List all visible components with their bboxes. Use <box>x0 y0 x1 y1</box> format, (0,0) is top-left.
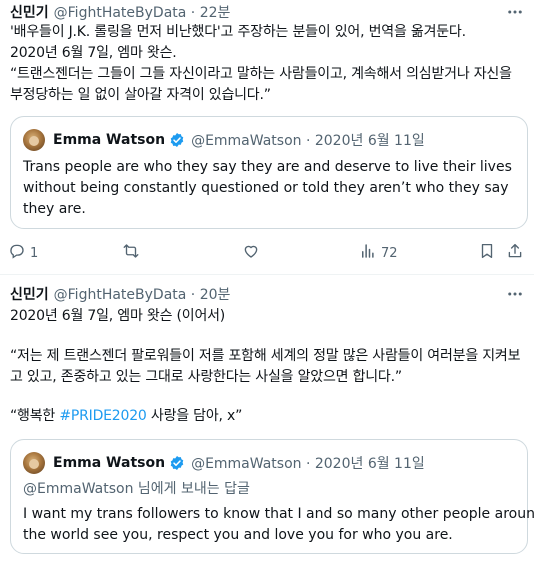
hashtag-link[interactable]: #PRIDE2020 <box>59 408 146 424</box>
retweet-icon <box>122 242 140 264</box>
quoted-text-line: Trans people are who they say they are a… <box>23 159 512 175</box>
quoted-text-line: the world see you, respect you and love … <box>23 527 453 543</box>
tweet-text-line: “트랜스젠더는 그들이 그들 자신이라고 말하는 사람들이고, 계속해서 의심받… <box>10 66 512 82</box>
avatar[interactable] <box>23 129 45 151</box>
quoted-text-line: I want my trans followers to know that I… <box>23 506 534 522</box>
tweet-header: 신민기 @FightHateByData · 20분 <box>10 284 230 304</box>
tweet-text-line: “저는 제 트랜스젠더 팔로워들이 저를 포함해 세계의 정말 많은 사람들이 … <box>10 348 521 364</box>
tweet-header: 신민기 @FightHateByData · 22분 <box>10 2 230 22</box>
share-icon <box>506 242 524 264</box>
more-options-icon[interactable] <box>506 285 524 303</box>
tweet-actions: 1 72 <box>0 242 534 264</box>
views-icon <box>359 242 377 264</box>
quoted-handle-time: @EmmaWatson · 2020년 6월 11일 <box>191 456 425 472</box>
quoted-text-line: they are. <box>23 201 86 217</box>
bookmark-button[interactable] <box>478 242 496 264</box>
tweet-divider <box>0 274 534 275</box>
more-options-icon[interactable] <box>506 3 524 21</box>
bookmark-icon <box>478 242 496 264</box>
like-button[interactable] <box>242 242 260 264</box>
retweet-button[interactable] <box>122 242 140 264</box>
reply-icon <box>8 242 26 264</box>
quoted-text-line: without being constantly questioned or t… <box>23 180 509 196</box>
tweet-2[interactable]: 신민기 @FightHateByData · 20분 2020년 6월 7일, … <box>0 282 534 562</box>
closing-suffix: 사랑을 담아, x” <box>146 408 243 424</box>
tweet-text-line: '배우들이 J.K. 롤링을 먼저 비난했다'고 주장하는 분들이 있어, 번역… <box>10 24 466 40</box>
closing-prefix: “행복한 <box>10 408 60 424</box>
share-button[interactable] <box>506 242 524 264</box>
author-handle-time[interactable]: @FightHateByData · 22분 <box>54 2 231 22</box>
views-count: 72 <box>381 245 398 261</box>
author-handle-time[interactable]: @FightHateByData · 20분 <box>54 284 231 304</box>
quoted-author-name: Emma Watson <box>53 132 166 148</box>
tweet-1[interactable]: 신민기 @FightHateByData · 22분 '배우들이 J.K. 롤링… <box>0 0 534 268</box>
quoted-tweet[interactable]: Emma Watson @EmmaWatson · 2020년 6월 11일 T… <box>10 116 528 229</box>
quoted-tweet-header: Emma Watson @EmmaWatson · 2020년 6월 11일 <box>23 129 425 151</box>
avatar[interactable] <box>23 452 45 474</box>
quoted-tweet[interactable]: Emma Watson @EmmaWatson · 2020년 6월 11일 @… <box>10 439 534 554</box>
tweet-closing-line: “행복한 #PRIDE2020 사랑을 담아, x” <box>10 406 242 426</box>
quoted-handle-time: @EmmaWatson · 2020년 6월 11일 <box>191 133 425 149</box>
verified-badge-icon <box>169 455 185 471</box>
author-name[interactable]: 신민기 <box>10 284 49 304</box>
tweet-text-line: 부정당하는 일 없이 살아갈 자격이 있습니다.” <box>10 87 271 103</box>
author-name[interactable]: 신민기 <box>10 2 49 22</box>
reply-button[interactable]: 1 <box>8 242 38 264</box>
reply-count: 1 <box>30 245 39 261</box>
tweet-text-line: 2020년 6월 7일, 엠마 왓슨 (이어서) <box>10 308 226 324</box>
views-button[interactable]: 72 <box>359 242 398 264</box>
quoted-author-name: Emma Watson <box>53 455 166 471</box>
verified-badge-icon <box>169 132 185 148</box>
heart-icon <box>242 242 260 264</box>
quoted-tweet-header: Emma Watson @EmmaWatson · 2020년 6월 11일 <box>23 452 425 474</box>
tweet-text-line: 고 있고, 존중하고 있는 그대로 사랑한다는 사실을 알았으면 합니다.” <box>10 369 402 385</box>
reply-to-label: @EmmaWatson 님에게 보내는 답글 <box>23 481 250 497</box>
tweet-text-line: 2020년 6월 7일, 엠마 왓슨. <box>10 45 177 61</box>
